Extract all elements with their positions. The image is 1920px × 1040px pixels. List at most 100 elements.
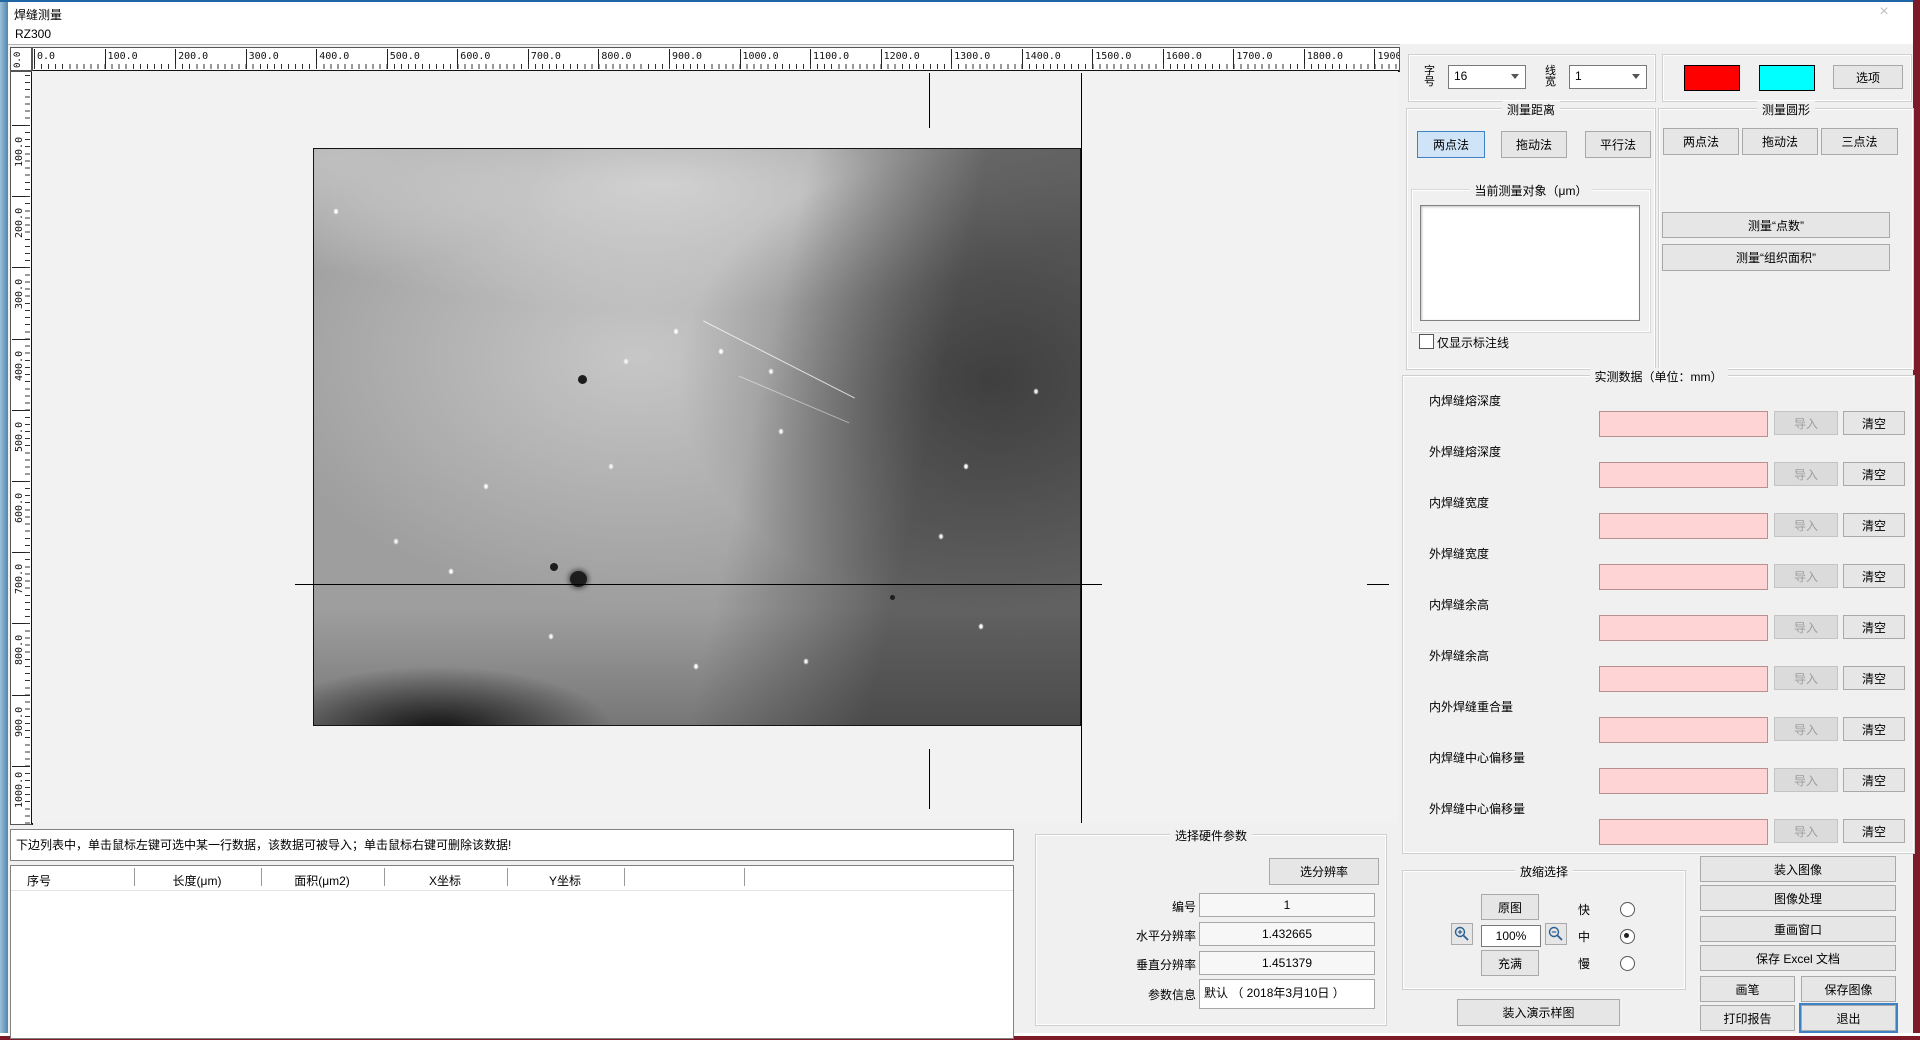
options-button[interactable]: 选项 — [1833, 65, 1903, 89]
measured-value-input[interactable] — [1599, 462, 1768, 488]
measured-field-label: 外焊缝宽度 — [1429, 545, 1489, 562]
import-button[interactable]: 导入 — [1774, 564, 1838, 588]
measured-value-input[interactable] — [1599, 717, 1768, 743]
measured-row: 内焊缝宽度 导入 清空 — [1403, 494, 1914, 545]
zoom-in-icon[interactable] — [1451, 923, 1473, 945]
col-header-index[interactable]: 序号 — [27, 872, 51, 889]
measured-row: 外焊缝宽度 导入 清空 — [1403, 545, 1914, 596]
measured-field-label: 内焊缝熔深度 — [1429, 392, 1501, 409]
clear-button[interactable]: 清空 — [1843, 564, 1905, 588]
vertical-resolution-field[interactable]: 1.451379 — [1199, 951, 1375, 975]
clear-button[interactable]: 清空 — [1843, 462, 1905, 486]
redraw-window-button[interactable]: 重画窗口 — [1700, 916, 1896, 942]
import-button[interactable]: 导入 — [1774, 513, 1838, 537]
close-icon[interactable]: × — [1873, 3, 1895, 21]
col-header-area[interactable]: 面积(μm2) — [294, 872, 350, 889]
zoom-select-title: 放缩选择 — [1515, 863, 1573, 880]
marker-vertical-top — [929, 73, 930, 128]
measure-color-swatch-red[interactable] — [1684, 65, 1740, 91]
clear-button[interactable]: 清空 — [1843, 717, 1905, 741]
menu-item-rz300[interactable]: RZ300 — [15, 27, 51, 41]
only-marks-checkbox[interactable] — [1419, 334, 1434, 349]
photo-dark-spot — [578, 375, 587, 384]
current-object-group: 当前测量对象（μm） — [1411, 189, 1651, 333]
measured-value-input[interactable] — [1599, 615, 1768, 641]
image-viewport[interactable] — [32, 71, 1398, 823]
clear-button[interactable]: 清空 — [1843, 615, 1905, 639]
clear-button[interactable]: 清空 — [1843, 666, 1905, 690]
circle-three-point-button[interactable]: 三点法 — [1821, 128, 1898, 155]
zoom-percent-field[interactable]: 100% — [1481, 925, 1541, 947]
col-header-length[interactable]: 长度(μm) — [173, 872, 222, 889]
import-button[interactable]: 导入 — [1774, 819, 1838, 843]
clear-button[interactable]: 清空 — [1843, 513, 1905, 537]
distance-parallel-button[interactable]: 平行法 — [1585, 131, 1651, 158]
line-width-select[interactable]: 1 — [1569, 65, 1647, 89]
horizontal-resolution-field[interactable]: 1.432665 — [1199, 922, 1375, 946]
speed-medium-label: 中 — [1578, 928, 1590, 945]
measured-value-input[interactable] — [1599, 666, 1768, 692]
circle-two-point-button[interactable]: 两点法 — [1663, 128, 1739, 155]
field-label-hres: 水平分辨率 — [1136, 927, 1196, 944]
ruler-corner: 0.0 — [10, 47, 32, 71]
param-info-field[interactable]: 默认 （ 2018年3月10日 ） — [1199, 979, 1375, 1009]
process-image-button[interactable]: 图像处理 — [1700, 885, 1896, 911]
clear-button[interactable]: 清空 — [1843, 768, 1905, 792]
import-button[interactable]: 导入 — [1774, 411, 1838, 435]
speed-fast-radio[interactable] — [1620, 902, 1635, 917]
menu-bar: RZ300 — [8, 25, 1913, 44]
photo-dark-spot — [550, 563, 558, 571]
pen-button[interactable]: 画笔 — [1700, 976, 1795, 1002]
speed-slow-radio[interactable] — [1620, 956, 1635, 971]
save-excel-button[interactable]: 保存 Excel 文档 — [1700, 945, 1896, 971]
window-title: 焊缝测量 — [14, 6, 62, 23]
canvas-area: 0.0 0.0100.0200.0300.0400.0500.0600.0700… — [8, 44, 1400, 827]
measured-data-title: 实测数据（单位：mm） — [1590, 368, 1728, 385]
speed-medium-radio[interactable] — [1620, 929, 1635, 944]
col-header-x[interactable]: X坐标 — [429, 872, 461, 889]
import-button[interactable]: 导入 — [1774, 615, 1838, 639]
clear-button[interactable]: 清空 — [1843, 411, 1905, 435]
zoom-out-icon[interactable] — [1545, 923, 1567, 945]
print-report-button[interactable]: 打印报告 — [1700, 1005, 1795, 1031]
measure-tissue-area-button[interactable]: 测量“组织面积” — [1662, 244, 1890, 271]
measured-value-input[interactable] — [1599, 819, 1768, 845]
load-image-button[interactable]: 装入图像 — [1700, 856, 1896, 882]
original-size-button[interactable]: 原图 — [1481, 894, 1539, 920]
marker-vertical-right — [1081, 73, 1082, 823]
import-button[interactable]: 导入 — [1774, 666, 1838, 690]
id-field[interactable]: 1 — [1199, 893, 1375, 917]
load-demo-button[interactable]: 装入演示样图 — [1457, 999, 1620, 1026]
measured-value-input[interactable] — [1599, 411, 1768, 437]
col-header-y[interactable]: Y坐标 — [549, 872, 581, 889]
h-ruler: 0.0100.0200.0300.0400.0500.0600.0700.080… — [32, 47, 1400, 72]
weld-specimen-image[interactable] — [313, 148, 1081, 726]
line-width-label: 线宽 — [1544, 66, 1557, 88]
exit-button[interactable]: 退出 — [1801, 1005, 1896, 1031]
clear-button[interactable]: 清空 — [1843, 819, 1905, 843]
current-object-listbox[interactable] — [1420, 205, 1640, 321]
fit-button[interactable]: 充满 — [1481, 950, 1539, 976]
import-button[interactable]: 导入 — [1774, 717, 1838, 741]
select-resolution-button[interactable]: 选分辨率 — [1269, 858, 1379, 885]
measure-points-button[interactable]: 测量“点数” — [1662, 212, 1890, 238]
save-image-button[interactable]: 保存图像 — [1801, 976, 1896, 1002]
measured-value-input[interactable] — [1599, 768, 1768, 794]
results-table[interactable]: 序号 长度(μm) 面积(μm2) X坐标 Y坐标 — [10, 865, 1014, 1039]
measure-color-swatch-cyan[interactable] — [1759, 65, 1815, 91]
circle-drag-button[interactable]: 拖动法 — [1742, 128, 1818, 155]
measured-row: 外焊缝余高 导入 清空 — [1403, 647, 1914, 698]
measured-field-label: 内焊缝宽度 — [1429, 494, 1489, 511]
measured-field-label: 外焊缝中心偏移量 — [1429, 800, 1525, 817]
font-size-select[interactable]: 16 — [1448, 65, 1526, 89]
current-object-title: 当前测量对象（μm） — [1470, 182, 1593, 199]
hardware-params-group: 选择硬件参数 选分辨率 编号 1 水平分辨率 1.432665 垂直分辨率 1.… — [1035, 834, 1387, 1026]
measured-value-input[interactable] — [1599, 513, 1768, 539]
distance-drag-button[interactable]: 拖动法 — [1501, 131, 1567, 158]
measure-distance-group: 测量距离 两点法 拖动法 平行法 当前测量对象（μm） 仅显示标注线 — [1406, 108, 1656, 370]
distance-two-point-button[interactable]: 两点法 — [1417, 131, 1485, 158]
measured-row: 外焊缝熔深度 导入 清空 — [1403, 443, 1914, 494]
import-button[interactable]: 导入 — [1774, 462, 1838, 486]
import-button[interactable]: 导入 — [1774, 768, 1838, 792]
measured-value-input[interactable] — [1599, 564, 1768, 590]
